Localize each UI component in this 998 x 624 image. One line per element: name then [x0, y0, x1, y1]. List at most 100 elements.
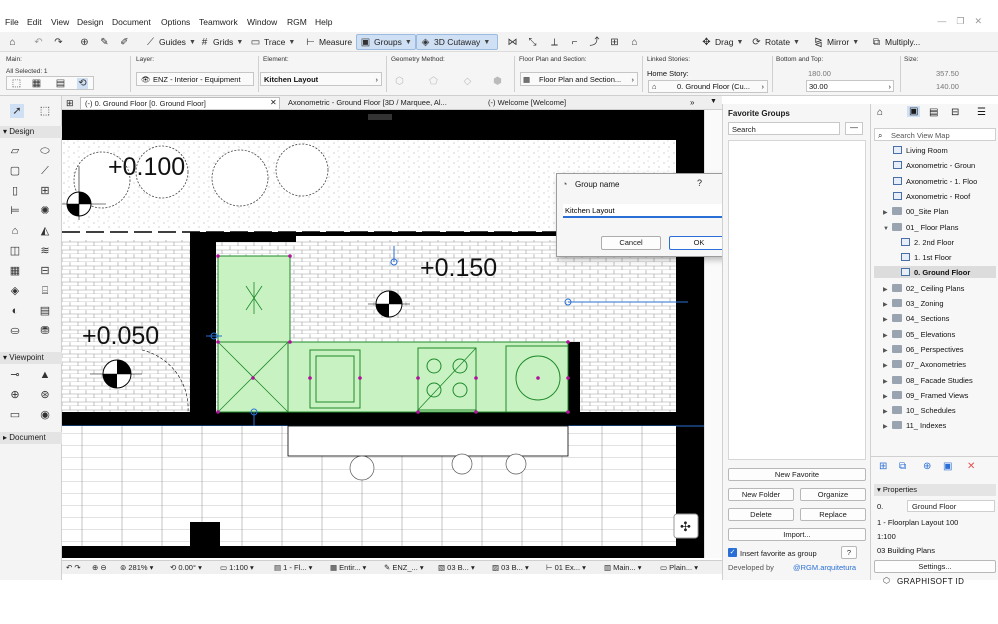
view-map-item[interactable]: ▶ 04_ Sections: [883, 314, 949, 323]
view-map-item[interactable]: Axonometric - Groun: [893, 161, 975, 170]
view-map-item[interactable]: ▼ 01_ Floor Plans: [883, 222, 959, 232]
redo-icon[interactable]: ↷: [50, 34, 67, 50]
door-tool-icon[interactable]: ▯: [8, 184, 22, 198]
menu-options[interactable]: Options: [161, 17, 190, 27]
menu-view[interactable]: View: [51, 17, 69, 27]
menu-document[interactable]: Document: [112, 17, 151, 27]
lamp-tool-icon[interactable]: ✺: [38, 204, 52, 218]
eyedropper-icon[interactable]: ✎: [96, 34, 113, 50]
properties-header[interactable]: ▾ Properties: [874, 484, 996, 496]
chevron-right-icon[interactable]: ▶: [883, 347, 892, 354]
partial-structure-value[interactable]: ▥ Main... ▾: [604, 563, 642, 572]
multiply-button[interactable]: ⧉ Multiply...: [868, 34, 923, 50]
mirror-button[interactable]: ⧎ Mirror ▼: [810, 34, 862, 50]
pen-set-value[interactable]: ✎ ENZ_... ▾: [384, 563, 424, 572]
camera-tool-icon[interactable]: ◉: [38, 408, 52, 422]
viewpoint-section-header[interactable]: ▾ Viewpoint: [0, 352, 62, 364]
chevron-right-icon[interactable]: ▶: [883, 301, 892, 308]
view-map-item[interactable]: ▶ 08_ Facade Studies: [883, 375, 973, 385]
property-layer-combo[interactable]: 1 - Floorplan Layout 100: [877, 518, 958, 527]
undo-zoom-icon[interactable]: ↶ ↷: [66, 563, 81, 572]
drag-button[interactable]: ✥ Drag ▼: [698, 34, 746, 50]
menu-edit[interactable]: Edit: [27, 17, 42, 27]
view-map-item[interactable]: ▶ 05_ Elevations: [883, 329, 955, 339]
detail-tool-icon[interactable]: ▭: [8, 408, 22, 422]
delete-view-icon[interactable]: ✕: [967, 461, 975, 472]
navigator-menu-icon[interactable]: ☰: [977, 107, 986, 118]
ok-button[interactable]: OK: [669, 236, 729, 250]
undo-icon[interactable]: ↶: [30, 34, 47, 50]
marquee-icon[interactable]: ▦: [31, 78, 42, 89]
tab-ground-floor[interactable]: (-) 0. Ground Floor [0. Ground Floor]: [80, 97, 280, 109]
railing-tool-icon[interactable]: ⊟: [38, 264, 52, 278]
guides-button[interactable]: ⟋ Guides ▼: [142, 34, 199, 50]
import-button[interactable]: Import...: [728, 528, 866, 541]
publisher-icon[interactable]: ⊟: [951, 107, 959, 118]
library-tool-icon[interactable]: ▤: [38, 304, 52, 318]
view-map-item[interactable]: Axonometric - Roof: [893, 191, 970, 201]
view-map-item[interactable]: Living Room: [893, 146, 948, 155]
delete-button[interactable]: Delete: [728, 508, 794, 521]
worksheet-tool-icon[interactable]: ⊛: [38, 388, 52, 402]
morph-tool-icon[interactable]: ◈: [8, 284, 22, 298]
beam-tool-icon[interactable]: ⟋: [38, 164, 52, 178]
skylight-tool-icon[interactable]: ◫: [8, 244, 22, 258]
view-map-item[interactable]: ▶ 07_ Axonometries: [883, 360, 966, 369]
view-map-search-input[interactable]: ⌕ Search View Map: [874, 128, 996, 141]
favorites-search-input[interactable]: Search: [728, 122, 840, 135]
view-map-item[interactable]: ▶ 10_ Schedules: [883, 406, 956, 415]
view-map-item[interactable]: Axonometric - 1. Floo: [893, 176, 977, 186]
layer-combo-value[interactable]: ▤ 1 - Fl... ▾: [274, 563, 312, 572]
tab-menu-icon[interactable]: ▼: [710, 98, 717, 105]
cancel-button[interactable]: Cancel: [601, 236, 661, 250]
new-folder-button[interactable]: New Folder: [728, 488, 794, 501]
gravity-icon[interactable]: ⟲: [77, 78, 88, 89]
roof-tool-icon[interactable]: ⌂: [8, 224, 22, 238]
chevron-right-icon[interactable]: ▶: [883, 209, 892, 216]
view-map-item[interactable]: 0. Ground Floor: [901, 268, 970, 277]
home-story-select[interactable]: ⌂ 0. Ground Floor (Cu... ›: [648, 80, 768, 93]
trace-button[interactable]: ▭ Trace ▼: [247, 34, 298, 50]
window-controls[interactable]: —❐✕: [937, 16, 992, 27]
floorplan-section-button[interactable]: ▦ Floor Plan and Section... ›: [520, 72, 638, 86]
fill-icon[interactable]: ▤: [55, 78, 66, 89]
elevate-icon[interactable]: ⌂: [626, 34, 643, 50]
view-map-item[interactable]: ▶ 03_ Zoning: [883, 299, 944, 308]
menu-design[interactable]: Design: [77, 17, 103, 27]
dialog-help-button[interactable]: ?: [697, 178, 702, 188]
model-view-value[interactable]: ▦ Entir... ▾: [330, 563, 366, 572]
replace-button[interactable]: Replace: [800, 508, 866, 521]
curtainwall-tool-icon[interactable]: ▦: [8, 264, 22, 278]
chevron-down-icon[interactable]: ▼: [883, 226, 892, 232]
rotate-button[interactable]: ⟳ Rotate ▼: [748, 34, 803, 50]
3d-cutaway-button[interactable]: ◈ 3D Cutaway ▼: [416, 34, 498, 50]
chevron-right-icon[interactable]: ▶: [883, 362, 892, 369]
layout-book-icon[interactable]: ▤: [929, 107, 938, 118]
view-map-item[interactable]: ▶ 09_ Framed Views: [883, 390, 968, 400]
tab-overflow-icon[interactable]: »: [690, 98, 694, 107]
syringe-icon[interactable]: ✐: [116, 34, 133, 50]
property-building[interactable]: 03 Building Plans: [877, 546, 935, 555]
furniture-tool-icon[interactable]: ⛀: [8, 324, 22, 338]
new-folder-icon[interactable]: ⊕: [923, 461, 931, 472]
bottom-value[interactable]: 180.00: [808, 69, 831, 78]
view-map-item[interactable]: ▶ 02_ Ceiling Plans: [883, 283, 964, 293]
elevation-tool-icon[interactable]: ▲: [38, 368, 52, 382]
explode-icon[interactable]: ⊞: [606, 34, 623, 50]
menu-file[interactable]: File: [5, 17, 19, 27]
view-map-icon[interactable]: ▣: [907, 106, 921, 117]
author-link[interactable]: @RGM.arquitetura: [793, 563, 856, 572]
zoom-value[interactable]: ⊚ 281% ▾: [120, 563, 153, 572]
new-view-icon[interactable]: ⊞: [879, 461, 887, 472]
tab-overview-icon[interactable]: ⊞: [66, 98, 74, 109]
insert-as-group-checkbox[interactable]: ✓: [728, 548, 737, 557]
wall-tool-icon[interactable]: ▱: [8, 144, 22, 158]
property-scale[interactable]: 1:100: [877, 532, 896, 541]
home-icon[interactable]: ⌂: [4, 34, 21, 50]
chevron-right-icon[interactable]: ▶: [883, 393, 892, 400]
display-value[interactable]: ▭ Plain... ▾: [660, 563, 698, 572]
tab-close-icon[interactable]: ✕: [270, 98, 277, 107]
menu-help[interactable]: Help: [315, 17, 332, 27]
graphisoft-id-link[interactable]: GRAPHISOFT ID: [897, 577, 964, 586]
mesh-tool-icon[interactable]: ≋: [38, 244, 52, 258]
